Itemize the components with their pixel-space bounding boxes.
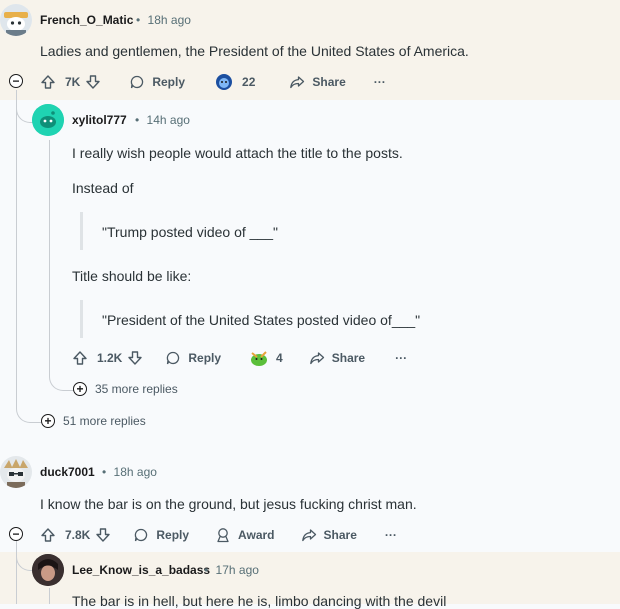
avatar[interactable] — [32, 554, 64, 586]
upvote-icon[interactable] — [72, 350, 88, 366]
collapse-button[interactable]: − — [9, 74, 23, 88]
comment-body: The bar is in hell, but here he is, limb… — [72, 593, 447, 609]
thread-line-2 — [49, 140, 50, 372]
comment-body: I know the bar is on the ground, but jes… — [40, 496, 417, 512]
more-replies-link[interactable]: + 51 more replies — [41, 414, 146, 428]
reply-label: Reply — [188, 351, 222, 365]
snoo-avatar-icon — [0, 456, 32, 488]
reply-label: Reply — [156, 528, 190, 542]
separator: • — [102, 465, 107, 479]
vote-count: 7.8K — [65, 528, 91, 542]
avatar[interactable] — [0, 456, 32, 488]
timestamp: • 14h ago — [135, 113, 190, 127]
award-icon — [217, 528, 229, 543]
reply-icon — [131, 75, 144, 89]
award-icon — [216, 74, 233, 90]
username[interactable]: xylitol777 — [72, 113, 127, 127]
comment-body-line: Title should be like: — [72, 268, 192, 284]
thread-line-1 — [16, 92, 17, 404]
blockquote-bar — [80, 212, 83, 250]
reply-button[interactable]: Reply — [165, 350, 221, 366]
time-text: 18h ago — [113, 465, 157, 479]
separator: • — [135, 113, 140, 127]
collapse-button[interactable]: − — [9, 527, 23, 541]
reply-button[interactable]: Reply — [129, 74, 185, 90]
downvote-icon[interactable] — [85, 74, 101, 90]
avatar[interactable] — [32, 104, 64, 136]
award-button[interactable]: 22 — [215, 73, 255, 91]
vote-group: 7.8K — [40, 527, 111, 543]
username[interactable]: Lee_Know_is_a_badass — [72, 563, 210, 577]
comment-actions: 7K Reply 22 Share ··· — [40, 71, 386, 93]
upvote-icon[interactable] — [40, 74, 56, 90]
timestamp: • 18h ago — [102, 465, 157, 479]
thread-line-5 — [49, 588, 50, 604]
reply-icon — [135, 528, 148, 542]
thread-branch-51 — [16, 400, 41, 423]
comment-body-line: I really wish people would attach the ti… — [72, 145, 403, 161]
more-replies-label: 51 more replies — [63, 414, 146, 428]
time-text: 14h ago — [146, 113, 190, 127]
downvote-icon[interactable] — [95, 527, 111, 543]
award-button[interactable]: 4 — [249, 349, 283, 367]
profile-photo-icon — [32, 554, 64, 586]
overflow-menu-button[interactable]: ··· — [385, 528, 397, 542]
share-label: Share — [312, 75, 346, 89]
separator: • — [204, 563, 209, 577]
expand-button[interactable]: + — [73, 382, 87, 396]
thread-branch-2 — [16, 90, 33, 123]
reply-button[interactable]: Reply — [133, 527, 189, 543]
expand-icon: + — [44, 414, 52, 428]
expand-button[interactable]: + — [41, 414, 55, 428]
expand-icon: + — [76, 382, 84, 396]
share-label: Share — [331, 351, 366, 365]
snoo-avatar-icon — [32, 104, 64, 136]
thread-branch-35 — [49, 370, 74, 391]
collapse-icon: − — [12, 73, 20, 88]
timestamp: • 17h ago — [204, 563, 259, 577]
username[interactable]: duck7001 — [40, 465, 95, 479]
downvote-icon[interactable] — [127, 350, 143, 366]
comment-actions: 7.8K Reply Award Share ··· — [40, 524, 397, 546]
timestamp: • 18h ago — [136, 13, 191, 27]
collapse-icon: − — [12, 526, 20, 541]
comment-body-line: Instead of — [72, 180, 134, 196]
time-text: 18h ago — [147, 13, 191, 27]
share-button[interactable]: Share — [309, 350, 365, 366]
more-replies-link[interactable]: + 35 more replies — [73, 382, 178, 396]
blockquote-bar — [80, 300, 83, 338]
reply-label: Reply — [152, 75, 186, 89]
overflow-menu-button[interactable]: ··· — [374, 75, 386, 89]
avatar[interactable] — [0, 4, 32, 36]
share-icon — [301, 529, 316, 542]
award-count: 22 — [242, 75, 256, 89]
award-icon — [251, 351, 268, 366]
upvote-icon[interactable] — [40, 527, 56, 543]
separator: • — [136, 13, 141, 27]
blockquote-text: "President of the United States posted v… — [102, 312, 421, 328]
vote-group: 7K — [40, 74, 101, 90]
award-label: Award — [238, 528, 275, 542]
overflow-menu-button[interactable]: ··· — [395, 351, 407, 365]
share-label: Share — [323, 528, 357, 542]
share-icon — [309, 352, 324, 365]
vote-count: 1.2K — [97, 351, 123, 365]
award-button[interactable]: Award — [215, 527, 275, 543]
share-button[interactable]: Share — [301, 527, 357, 543]
reply-icon — [167, 351, 180, 365]
time-text: 17h ago — [215, 563, 259, 577]
comment-actions: 1.2K Reply 4 Share ··· — [72, 347, 407, 369]
more-replies-label: 35 more replies — [95, 382, 178, 396]
share-button[interactable]: Share — [289, 74, 346, 90]
share-icon — [290, 76, 305, 89]
username[interactable]: French_O_Matic — [40, 13, 133, 27]
snoo-avatar-icon — [0, 4, 32, 36]
blockquote-text: "Trump posted video of ___" — [102, 224, 278, 240]
award-count: 4 — [276, 351, 283, 365]
comment-body: Ladies and gentlemen, the President of t… — [40, 43, 469, 59]
vote-count: 7K — [65, 75, 81, 89]
vote-group: 1.2K — [72, 350, 143, 366]
